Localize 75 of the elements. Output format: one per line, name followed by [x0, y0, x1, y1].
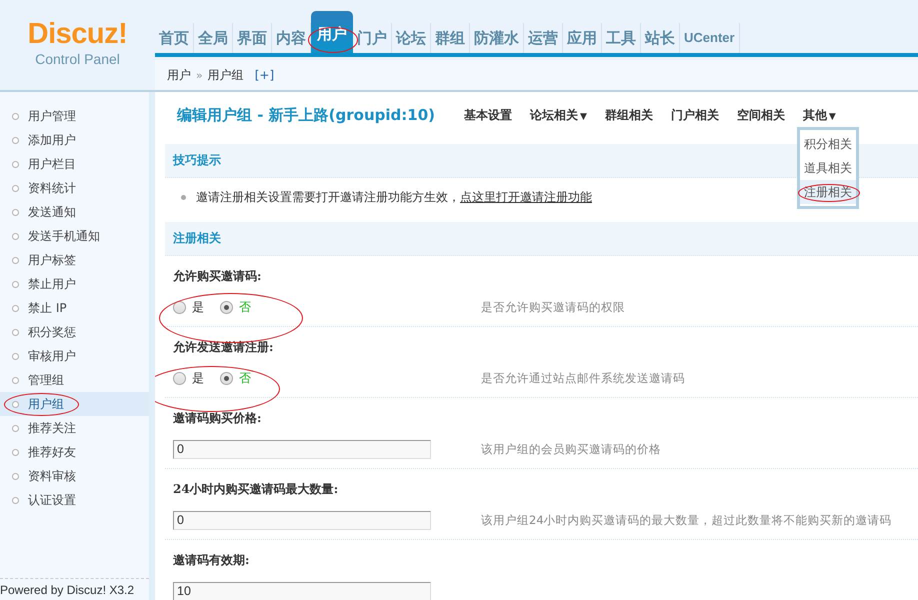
bullet-icon [12, 112, 19, 120]
bullet-icon [12, 424, 19, 432]
sidebar-item[interactable]: 资料审核 [0, 464, 149, 488]
sidebar-item[interactable]: 禁止 IP [0, 296, 149, 320]
setting-label: 邀请码有效期: [173, 552, 250, 569]
bullet-icon [12, 472, 19, 480]
brand-logo: Discuz! [28, 18, 128, 50]
bullet-icon [12, 352, 19, 360]
radio-button[interactable] [173, 300, 186, 314]
sidebar-item[interactable]: 管理组 [0, 368, 149, 392]
section-tab[interactable]: 基本设置 [455, 106, 521, 124]
breadcrumb-link[interactable]: 用户 [167, 66, 191, 84]
sidebar-item[interactable]: 资料统计 [0, 176, 149, 200]
sidebar-item[interactable]: 认证设置 [0, 488, 149, 512]
sidebar-item[interactable]: 发送通知 [0, 200, 149, 224]
input-field[interactable]: 0 [173, 440, 431, 458]
sidebar-item[interactable]: 用户管理 [0, 104, 149, 128]
section-header: 注册相关 [165, 222, 918, 256]
nav-tab[interactable]: 用户 [311, 11, 353, 53]
section-tab[interactable]: 群组相关 [596, 106, 662, 124]
radio-label: 否 [239, 370, 251, 386]
input-field[interactable]: 10 [173, 582, 431, 600]
sidebar-item[interactable]: 添加用户 [0, 128, 149, 152]
bullet-icon [12, 328, 19, 336]
bullet-icon [12, 208, 19, 216]
radio-label: 是 [192, 298, 204, 316]
section-tab[interactable]: 论坛相关 ▼ [521, 106, 596, 124]
bullet-icon [12, 400, 19, 408]
setting-label: 邀请码购买价格: [173, 410, 262, 427]
setting-description: 是否允许购买邀请码的权限 [481, 300, 625, 314]
add-shortcut-link[interactable]: [+] [254, 68, 274, 82]
sidebar-item[interactable]: 推荐关注 [0, 416, 149, 440]
section-tab[interactable]: 其他 ▼ [794, 106, 845, 124]
bullet-icon [12, 376, 19, 384]
sidebar-item[interactable]: 用户栏目 [0, 152, 149, 176]
menu-item[interactable]: 注册相关 [800, 180, 856, 204]
page-title: 编辑用户组 - 新手上路(groupid:10) [177, 106, 435, 124]
bullet-icon [12, 304, 19, 312]
tip-text: 邀请注册相关设置需要打开邀请注册功能方生效， [196, 188, 460, 206]
bullet-icon [12, 256, 19, 264]
radio-button[interactable] [220, 372, 233, 384]
setting-label: 24小时内购买邀请码最大数量: [173, 481, 340, 498]
menu-item[interactable]: 道具相关 [800, 156, 856, 180]
sidebar-item[interactable]: 积分奖惩 [0, 320, 149, 344]
bullet-icon [12, 160, 19, 168]
setting-description: 该用户组24小时内购买邀请码的最大数量，超过此数量将不能购买新的邀请码 [481, 512, 892, 528]
sidebar-item[interactable]: 发送手机通知 [0, 224, 149, 248]
section-tab[interactable]: 空间相关 [728, 106, 794, 124]
setting-description: 是否允许通过站点邮件系统发送邀请码 [481, 370, 685, 386]
radio-label: 否 [239, 298, 251, 316]
bullet-icon [181, 194, 186, 200]
breadcrumb-separator: » [196, 68, 203, 82]
sidebar-item[interactable]: 推荐好友 [0, 440, 149, 464]
bullet-icon [12, 448, 19, 456]
breadcrumb-current: 用户组 [208, 66, 244, 84]
radio-button[interactable] [173, 372, 186, 384]
bullet-icon [12, 184, 19, 192]
setting-label: 允许购买邀请码: [173, 268, 262, 285]
logo-subtitle: Control Panel [35, 50, 120, 68]
radio-label: 是 [192, 370, 204, 386]
radio-button[interactable] [220, 300, 233, 314]
bullet-icon [12, 136, 19, 144]
sidebar-item[interactable]: 禁止用户 [0, 272, 149, 296]
setting-description: 该用户组的会员购买邀请码的价格 [481, 442, 661, 456]
bullet-icon [12, 280, 19, 288]
input-field[interactable]: 0 [173, 510, 431, 530]
menu-item[interactable]: 积分相关 [800, 132, 856, 156]
bullet-icon [12, 496, 19, 504]
powered-by-text: Powered by Discuz! X3.2 [0, 578, 149, 597]
enable-invite-link[interactable]: 点这里打开邀请注册功能 [460, 188, 592, 206]
section-tab[interactable]: 门户相关 [662, 106, 728, 124]
bullet-icon [12, 232, 19, 240]
sidebar-item[interactable]: 用户标签 [0, 248, 149, 272]
sidebar-item[interactable]: 用户组 [0, 392, 149, 416]
sidebar-item[interactable]: 审核用户 [0, 344, 149, 368]
